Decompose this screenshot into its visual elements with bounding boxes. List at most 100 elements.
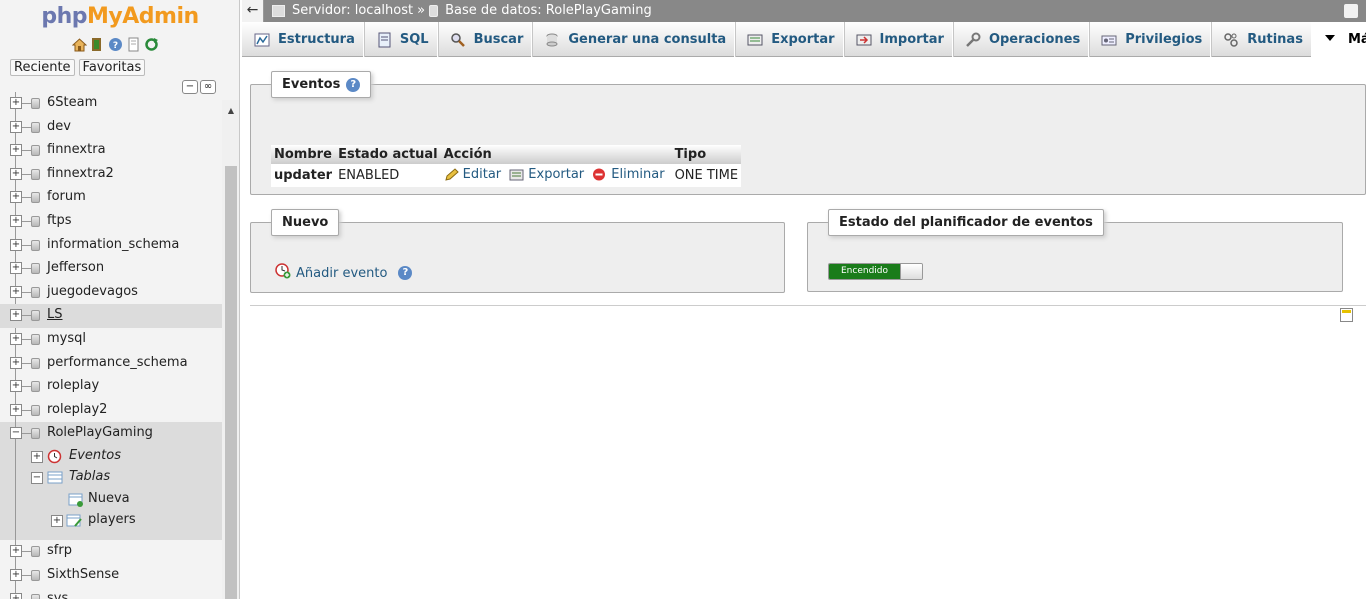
expand-icon[interactable]: + [10, 144, 22, 157]
tree-db-item[interactable]: + finnextra [0, 139, 222, 163]
expand-icon[interactable]: + [10, 332, 22, 345]
expand-icon[interactable]: + [10, 214, 22, 227]
database-icon [31, 168, 40, 180]
tree-players-node[interactable]: + players [0, 510, 222, 534]
tree-db-item[interactable]: + information_schema [0, 234, 222, 258]
expand-icon[interactable]: + [10, 262, 22, 275]
reload-icon[interactable] [144, 37, 159, 52]
scrollbar-thumb[interactable] [225, 166, 237, 599]
tab-más[interactable]: Más [1311, 22, 1366, 57]
tree-db-item-active[interactable]: − RolePlayGaming [0, 422, 222, 446]
expand-icon[interactable]: + [10, 167, 22, 180]
column-header-name: Nombre [271, 145, 336, 164]
expand-icon[interactable]: + [10, 592, 22, 599]
structure-icon [254, 32, 270, 48]
toggle-on-label: Encendido [829, 264, 900, 279]
docs-icon[interactable] [126, 37, 141, 52]
tab-buscar[interactable]: Buscar [438, 22, 533, 57]
tab-generar-una-consulta[interactable]: Generar una consulta [532, 22, 736, 57]
tree-db-item[interactable]: + SixthSense [0, 564, 222, 588]
tree-db-item[interactable]: + finnextra2 [0, 163, 222, 187]
breadcrumb-database[interactable]: Base de datos: RolePlayGaming [445, 0, 652, 21]
tree-db-item[interactable]: + roleplay2 [0, 399, 222, 423]
tree-db-item[interactable]: + performance_schema [0, 352, 222, 376]
tree-events-node[interactable]: + Eventos [0, 446, 222, 468]
database-tree: +6Steam + dev + finnextra + finnextra2 + forum + f… [0, 92, 222, 599]
scroll-up-arrow-icon[interactable]: ▲ [222, 105, 239, 117]
home-icon[interactable] [71, 37, 88, 52]
phpmyadmin-logo[interactable]: phpMyAdmin [0, 2, 239, 32]
toggle-knob[interactable] [900, 264, 922, 279]
tree-db-item[interactable]: +6Steam [0, 92, 222, 116]
database-icon [31, 145, 40, 157]
collapse-icon[interactable]: − [31, 472, 43, 485]
collapse-icon[interactable]: − [10, 427, 22, 440]
tree-db-item[interactable]: + dev [0, 116, 222, 140]
database-icon [31, 381, 40, 393]
tree-db-item[interactable]: + roleplay [0, 375, 222, 399]
tree-db-item[interactable]: + sys [0, 588, 222, 599]
new-event-fieldset: Nuevo Añadir evento ? [250, 209, 785, 293]
expand-icon[interactable]: + [10, 120, 22, 133]
breadcrumb-separator: » [417, 3, 426, 18]
expand-icon[interactable]: + [10, 569, 22, 581]
tree-db-label: forum [47, 189, 86, 205]
database-icon [31, 98, 40, 109]
tree-active-database: − RolePlayGaming + Eventos − Tablas Nueva + play… [0, 422, 222, 541]
tree-db-item[interactable]: + mysql [0, 328, 222, 352]
expand-icon[interactable]: + [10, 356, 22, 369]
console-icon[interactable] [1340, 308, 1353, 322]
help-icon[interactable]: ? [398, 266, 413, 280]
expand-icon[interactable]: + [10, 545, 22, 558]
recent-tab[interactable]: Reciente [10, 59, 75, 76]
back-arrow-icon[interactable]: ← [242, 0, 264, 22]
tree-db-label: roleplay [47, 378, 100, 394]
tree-db-item[interactable]: + ftps [0, 210, 222, 234]
top-collapse-icon[interactable] [1344, 4, 1358, 18]
expand-icon[interactable]: + [10, 309, 22, 322]
privileges-icon [1101, 32, 1117, 48]
tab-rutinas[interactable]: Rutinas [1211, 22, 1312, 57]
tree-db-item[interactable]: + forum [0, 186, 222, 210]
expand-icon[interactable]: + [10, 97, 22, 109]
add-event-clock-icon [275, 263, 291, 283]
tab-importar[interactable]: Importar [844, 22, 953, 57]
expand-icon[interactable]: + [10, 403, 22, 416]
favorites-tab[interactable]: Favoritas [78, 59, 146, 76]
edit-event-link[interactable]: Editar [444, 167, 501, 182]
delete-event-link[interactable]: Eliminar [592, 167, 665, 182]
expand-icon[interactable]: + [51, 515, 63, 528]
export-event-link[interactable]: Exportar [509, 167, 584, 182]
tab-operaciones[interactable]: Operaciones [953, 22, 1090, 57]
event-actions: Editar Exportar Eliminar [440, 164, 672, 187]
expand-icon[interactable]: + [10, 238, 22, 251]
tree-db-label: LS [47, 307, 63, 323]
help-icon[interactable]: ? [108, 37, 123, 52]
caret-down-icon [1324, 32, 1340, 48]
expand-icon[interactable]: + [10, 191, 22, 204]
breadcrumb-server[interactable]: Servidor: localhost [292, 0, 413, 21]
tab-exportar[interactable]: Exportar [735, 22, 844, 57]
tab-sql[interactable]: SQL [364, 22, 438, 57]
tree-db-item[interactable]: + juegodevagos [0, 281, 222, 305]
database-icon [31, 428, 40, 440]
new-legend: Nuevo [271, 209, 340, 236]
tree-scrollbar[interactable]: ▲ [222, 100, 239, 599]
tree-tables-node[interactable]: − Tablas [0, 467, 222, 489]
tree-db-item[interactable]: + sfrp [0, 540, 222, 564]
database-icon [31, 121, 40, 133]
scheduler-toggle[interactable]: Encendido [828, 263, 923, 280]
tab-estructura[interactable]: Estructura [242, 22, 364, 57]
tree-new-table-node[interactable]: Nueva [0, 489, 222, 511]
main-content: Eventos ? Nombre Estado actual Acción Ti… [242, 57, 1366, 599]
sql-icon [376, 32, 392, 48]
expand-icon[interactable]: + [10, 285, 22, 298]
help-icon[interactable]: ? [346, 77, 361, 92]
logout-icon[interactable] [90, 37, 105, 52]
expand-icon[interactable]: + [10, 380, 22, 393]
tab-privilegios[interactable]: Privilegios [1089, 22, 1212, 57]
expand-icon[interactable]: + [31, 450, 43, 463]
tree-db-item[interactable]: + LS [0, 304, 222, 328]
tree-db-item[interactable]: + Jefferson [0, 257, 222, 281]
add-event-link[interactable]: Añadir evento ? [275, 263, 413, 283]
